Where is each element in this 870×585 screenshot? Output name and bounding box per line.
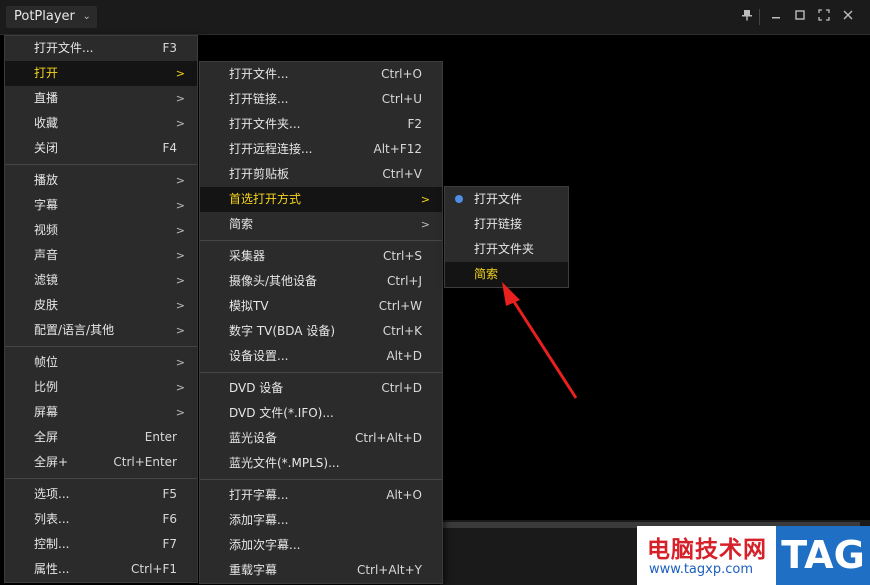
watermark: 电脑技术网 www.tagxp.com TAG [637, 526, 870, 585]
annotation-arrow [502, 282, 578, 399]
watermark-logo: TAG [776, 526, 870, 585]
watermark-url: www.tagxp.com [649, 562, 753, 577]
watermark-site-name: 电脑技术网 [647, 537, 767, 563]
